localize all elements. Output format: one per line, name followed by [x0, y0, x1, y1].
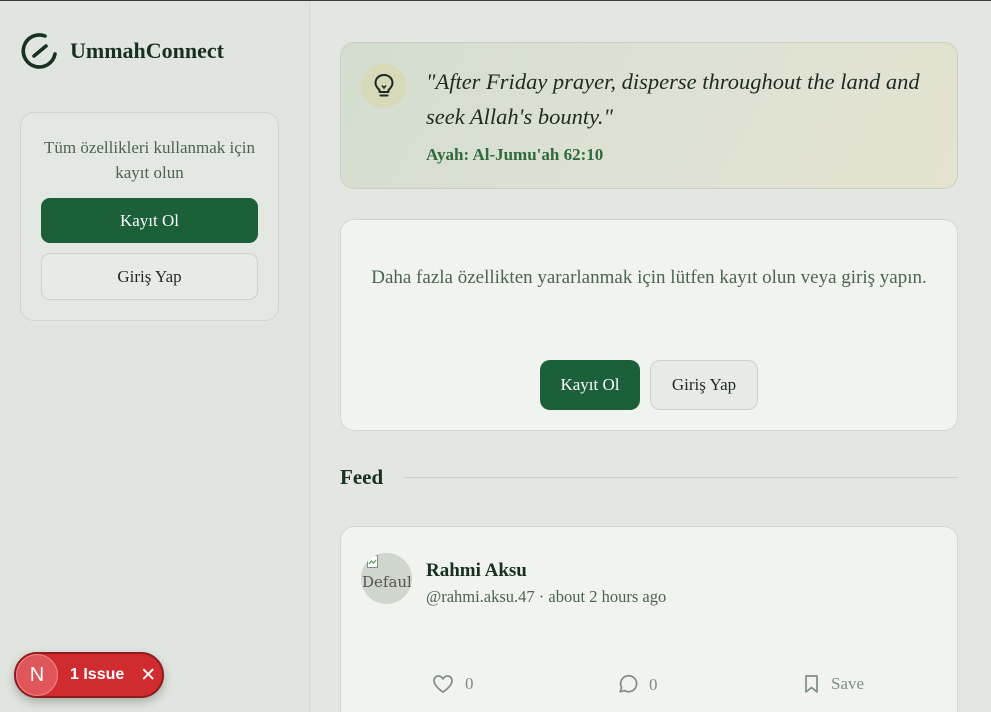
verse-card: "After Friday prayer, disperse throughou… [340, 42, 958, 189]
issue-badge[interactable]: N 1 Issue ✕ [14, 652, 164, 698]
login-button[interactable]: Giriş Yap [650, 360, 758, 410]
sidebar-login-button[interactable]: Giriş Yap [41, 253, 258, 300]
issue-label[interactable]: 1 Issue [70, 666, 124, 684]
comment-icon [619, 674, 638, 693]
save-label: Save [831, 674, 865, 693]
sidebar: UmmahConnect Tüm özellikleri kullanmak i… [0, 1, 310, 712]
save-button[interactable]: Save [803, 674, 864, 694]
avatar[interactable]: Default [361, 553, 412, 604]
comment-button[interactable]: 0 [617, 674, 658, 695]
brand[interactable]: UmmahConnect [21, 32, 224, 70]
crescent-logo-icon [21, 33, 57, 69]
close-icon[interactable]: ✕ [140, 664, 156, 687]
like-count: 0 [465, 674, 474, 693]
comment-count: 0 [649, 674, 658, 694]
broken-image-icon [367, 555, 378, 568]
verse-text: "After Friday prayer, disperse throughou… [426, 69, 920, 129]
verse-reference: Ayah: Al-Jumu'ah 62:10 [426, 145, 604, 164]
avatar-alt-text: Default [362, 573, 412, 591]
like-button[interactable]: 0 [432, 674, 474, 694]
brand-name: UmmahConnect [70, 38, 224, 63]
bookmark-icon [805, 675, 818, 693]
sidebar-register-button[interactable]: Kayıt Ol [41, 198, 258, 243]
feed-divider [403, 477, 958, 478]
issue-avatar: N [16, 654, 58, 696]
feed-header: Feed [340, 465, 958, 490]
post-meta: @rahmi.aksu.47 · about 2 hours ago [426, 587, 667, 606]
auth-message: Tüm özellikleri kullanmak için kayıt olu… [43, 138, 256, 182]
heart-icon [433, 675, 453, 693]
login-prompt-card: Daha fazla özellikten yararlanmak için l… [340, 219, 958, 431]
register-button[interactable]: Kayıt Ol [540, 360, 640, 410]
login-prompt-message: Daha fazla özellikten yararlanmak için l… [371, 267, 927, 288]
feed-title: Feed [340, 465, 384, 489]
post-card: Default Rahmi Aksu @rahmi.aksu.47 · abou… [340, 526, 958, 712]
lightbulb-icon [361, 63, 406, 108]
auth-card: Tüm özellikleri kullanmak için kayıt olu… [20, 112, 279, 321]
post-author-name[interactable]: Rahmi Aksu [426, 560, 527, 582]
